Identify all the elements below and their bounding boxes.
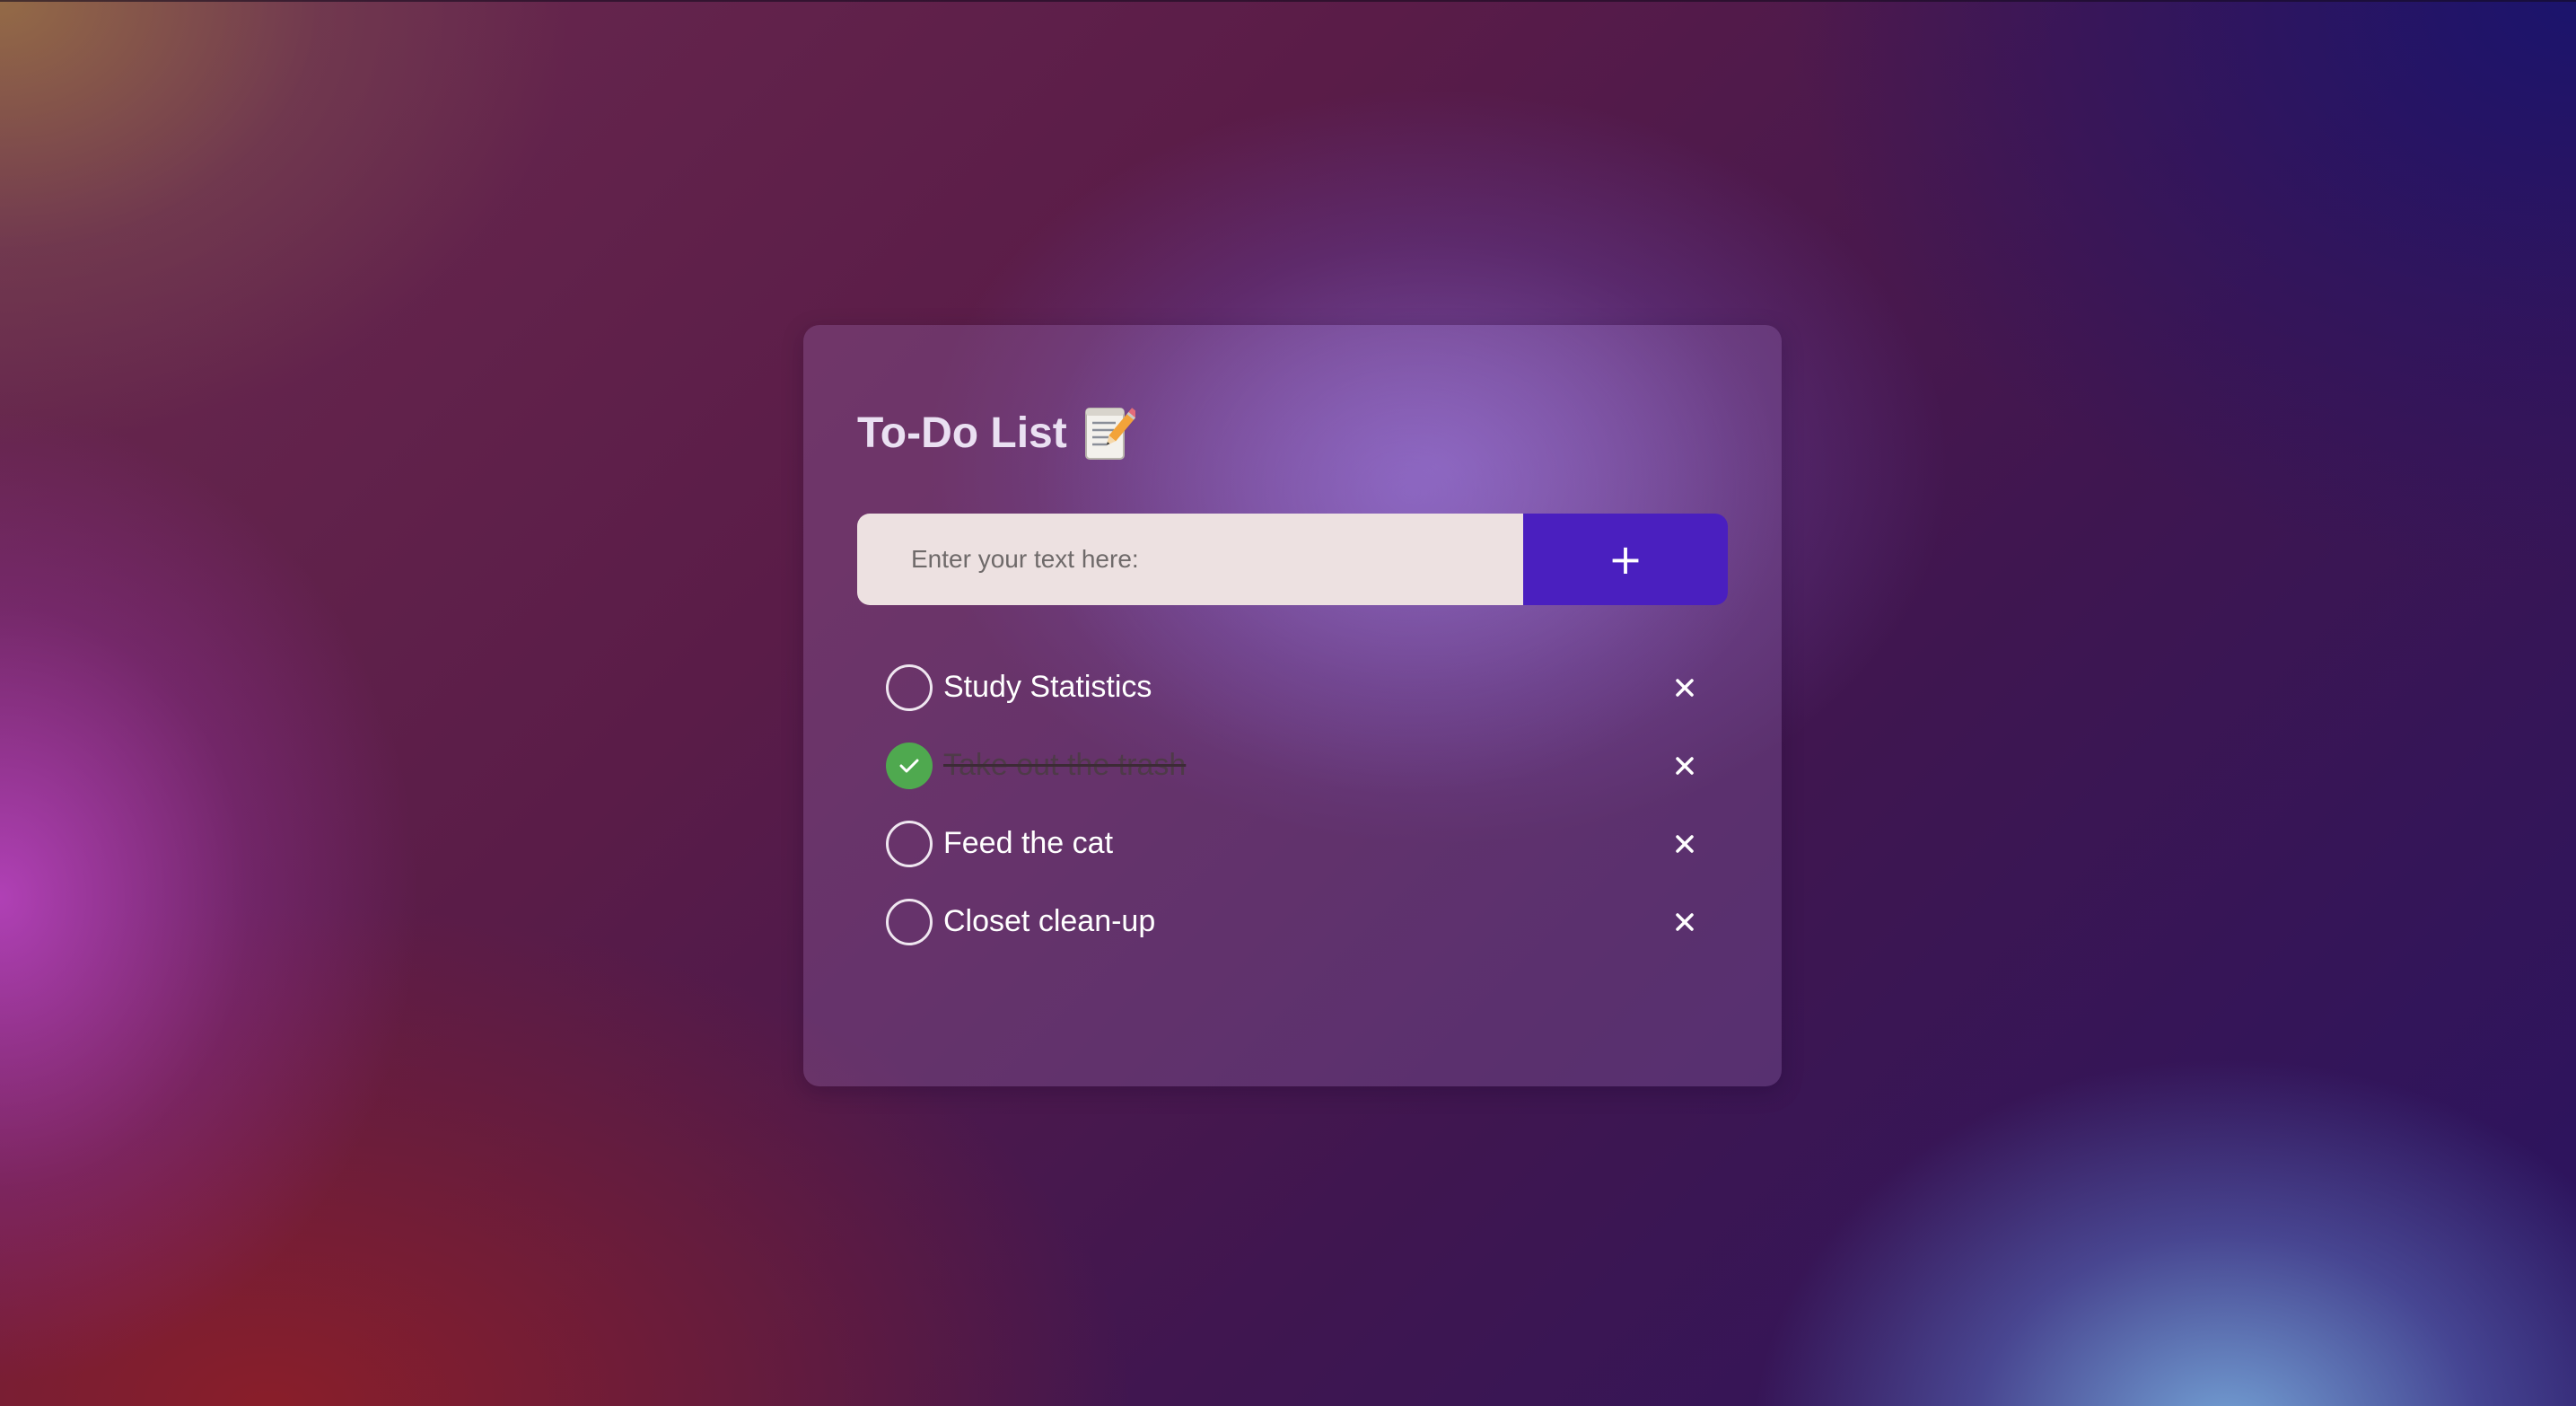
todo-list: Study Statistics Take out the trash Feed… [886,648,1703,961]
checkbox-circle[interactable] [886,898,933,945]
todo-label: Closet clean-up [943,904,1156,938]
window-top-edge [0,0,2576,2]
todo-label: Study Statistics [943,670,1152,704]
todo-item[interactable]: Feed the cat [886,804,1703,883]
todo-label: Feed the cat [943,826,1114,860]
page-title: To-Do List [857,409,1067,457]
close-icon[interactable] [1667,670,1703,706]
todo-text-input[interactable] [857,514,1523,605]
add-todo-row: + [857,514,1728,605]
checkbox-circle[interactable] [886,820,933,867]
check-icon [899,759,919,772]
checkbox-circle[interactable] [886,663,933,711]
todo-item[interactable]: Study Statistics [886,648,1703,726]
checkbox-checked[interactable] [886,742,933,789]
todo-label: Take out the trash [943,748,1187,782]
todo-item[interactable]: Take out the trash [886,726,1703,804]
memo-icon [1083,403,1139,462]
add-button[interactable]: + [1523,514,1728,605]
todo-item[interactable]: Closet clean-up [886,883,1703,961]
close-icon[interactable] [1667,904,1703,940]
header: To-Do List [857,397,1139,469]
todo-card: To-Do List + [803,325,1782,1086]
close-icon[interactable] [1667,826,1703,862]
close-icon[interactable] [1667,748,1703,784]
